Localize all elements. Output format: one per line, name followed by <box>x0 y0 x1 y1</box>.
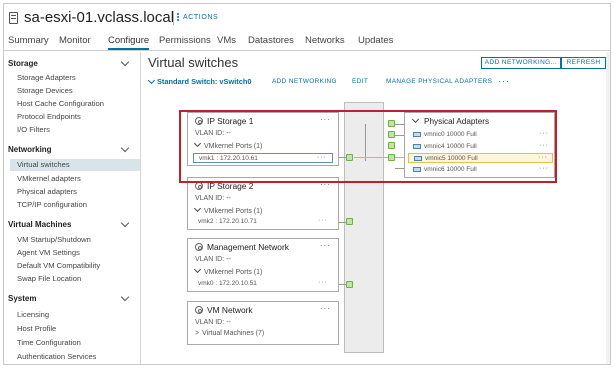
virtual-machines-toggle[interactable]: > Virtual Machines (7) <box>195 330 264 337</box>
sidebar-item-authentication-services[interactable]: Authentication Services <box>4 351 140 363</box>
switch-add-networking-link[interactable]: ADD NETWORKING <box>272 78 337 85</box>
chevron-down-icon[interactable] <box>120 218 130 228</box>
tab-updates[interactable]: Updates <box>358 35 393 46</box>
switch-name[interactable]: Standard Switch: vSwitch0 <box>157 77 251 86</box>
vmkernel-more-menu[interactable]: ··· <box>318 278 328 288</box>
sidebar-item-vm-startup[interactable]: VM Startup/Shutdown <box>4 234 140 246</box>
sidebar-item-agent-vm-settings[interactable]: Agent VM Settings <box>4 247 140 259</box>
ports-label: VMkernel Ports (1) <box>204 269 263 276</box>
sidebar-item-protocol-endpoints[interactable]: Protocol Endpoints <box>4 111 140 123</box>
vmkernel-port-row[interactable]: vmk2 : 172.20.10.71 ··· <box>193 217 333 227</box>
switch-port-vmk0 <box>346 281 353 288</box>
chevron-down-icon <box>193 204 202 213</box>
page-title: Virtual switches <box>148 55 239 70</box>
port-group-title: VM Network <box>195 305 253 315</box>
port-group-more-menu[interactable]: ··· <box>320 304 331 313</box>
actions-menu[interactable]: ACTIONS <box>177 14 218 21</box>
section-virtual-machines[interactable]: Virtual Machines <box>8 220 71 229</box>
port-group-title: Management Network <box>195 242 289 252</box>
section-networking[interactable]: Networking <box>8 145 52 154</box>
chevron-down-icon[interactable] <box>120 292 130 302</box>
sidebar-item-host-cache[interactable]: Host Cache Configuration <box>4 98 140 110</box>
port-group-icon <box>195 243 203 251</box>
sidebar-item-tcpip-configuration[interactable]: TCP/IP configuration <box>4 199 140 211</box>
tab-configure[interactable]: Configure <box>108 35 150 50</box>
vmkernel-port-row[interactable]: vmk0 : 172.20.10.51 ··· <box>193 279 333 289</box>
sidebar-item-default-vm-compat[interactable]: Default VM Compatibility <box>4 260 140 272</box>
vlan-id: VLAN ID: -- <box>195 256 231 263</box>
tab-monitor[interactable]: Monitor <box>59 35 91 46</box>
sidebar-item-storage-devices[interactable]: Storage Devices <box>4 85 140 97</box>
sidebar-item-storage-adapters[interactable]: Storage Adapters <box>4 72 140 84</box>
switch-port-vmk2 <box>346 218 353 225</box>
object-header: sa-esxi-01.vclass.local ACTIONS <box>4 4 610 32</box>
vmkernel-ports-toggle[interactable]: VMkernel Ports (1) <box>193 265 263 276</box>
vlan-id: VLAN ID: -- <box>195 319 231 326</box>
port-group-more-menu[interactable]: ··· <box>320 241 331 250</box>
port-group-name: VM Network <box>207 305 253 315</box>
sidebar-item-time-configuration[interactable]: Time Configuration <box>4 337 140 349</box>
chevron-down-icon[interactable] <box>147 76 156 85</box>
host-title: sa-esxi-01.vclass.local <box>24 9 175 26</box>
manage-physical-adapters-link[interactable]: MANAGE PHYSICAL ADAPTERS <box>386 78 492 85</box>
sidebar-item-virtual-switches[interactable]: Virtual switches <box>10 159 140 171</box>
section-storage[interactable]: Storage <box>8 59 38 68</box>
sidebar-item-vmkernel-adapters[interactable]: VMkernel adapters <box>4 173 140 185</box>
port-group-icon <box>195 306 203 314</box>
sidebar-item-host-profile[interactable]: Host Profile <box>4 323 140 335</box>
sidebar-item-swap-file-location[interactable]: Swap File Location <box>4 273 140 285</box>
ports-label: Virtual Machines (7) <box>202 330 265 337</box>
chevron-down-icon[interactable] <box>120 143 130 153</box>
tab-bar: Summary Monitor Configure Permissions VM… <box>4 33 610 51</box>
sidebar-item-physical-adapters[interactable]: Physical adapters <box>4 186 140 198</box>
tab-summary[interactable]: Summary <box>8 35 49 46</box>
host-icon <box>9 12 18 24</box>
vmkernel-more-menu[interactable]: ··· <box>318 216 328 226</box>
sidebar-item-licensing[interactable]: Licensing <box>4 309 140 321</box>
chevron-down-icon <box>193 265 202 274</box>
tab-datastores[interactable]: Datastores <box>248 35 294 46</box>
port-group-icon <box>195 182 203 190</box>
vlan-id: VLAN ID: -- <box>195 195 231 202</box>
configure-sidebar: Storage Storage Adapters Storage Devices… <box>4 52 141 364</box>
tab-permissions[interactable]: Permissions <box>159 35 211 46</box>
port-group-ip-storage-2[interactable]: IP Storage 2 ··· VLAN ID: -- VMkernel Po… <box>187 177 339 230</box>
highlight-annotation-box <box>179 110 557 183</box>
vertical-scrollbar[interactable] <box>606 52 610 364</box>
switch-more-menu[interactable]: ··· <box>498 76 510 86</box>
tab-networks[interactable]: Networks <box>305 35 345 46</box>
refresh-button[interactable]: REFRESH <box>561 57 606 69</box>
add-networking-button[interactable]: ADD NETWORKING... <box>481 57 561 69</box>
ports-label: VMkernel Ports (1) <box>204 208 263 215</box>
vsphere-window: sa-esxi-01.vclass.local ACTIONS Summary … <box>3 3 611 365</box>
sidebar-item-io-filters[interactable]: I/O Filters <box>4 124 140 136</box>
vmkernel-adapter-label: vmk2 : 172.20.10.71 <box>198 218 257 225</box>
section-system[interactable]: System <box>8 294 36 303</box>
kebab-icon <box>177 16 179 19</box>
port-group-management-network[interactable]: Management Network ··· VLAN ID: -- VMker… <box>187 238 339 292</box>
tab-vms[interactable]: VMs <box>217 35 236 46</box>
switch-edit-link[interactable]: EDIT <box>352 78 368 85</box>
port-group-vm-network[interactable]: VM Network ··· VLAN ID: -- > Virtual Mach… <box>187 301 339 345</box>
chevron-down-icon[interactable] <box>120 57 130 67</box>
actions-label: ACTIONS <box>183 14 219 21</box>
vmkernel-ports-toggle[interactable]: VMkernel Ports (1) <box>193 204 263 215</box>
port-group-name: Management Network <box>207 242 289 252</box>
chevron-right-icon: > <box>195 330 200 337</box>
header-divider <box>173 11 174 25</box>
vmkernel-adapter-label: vmk0 : 172.20.10.51 <box>198 280 257 287</box>
